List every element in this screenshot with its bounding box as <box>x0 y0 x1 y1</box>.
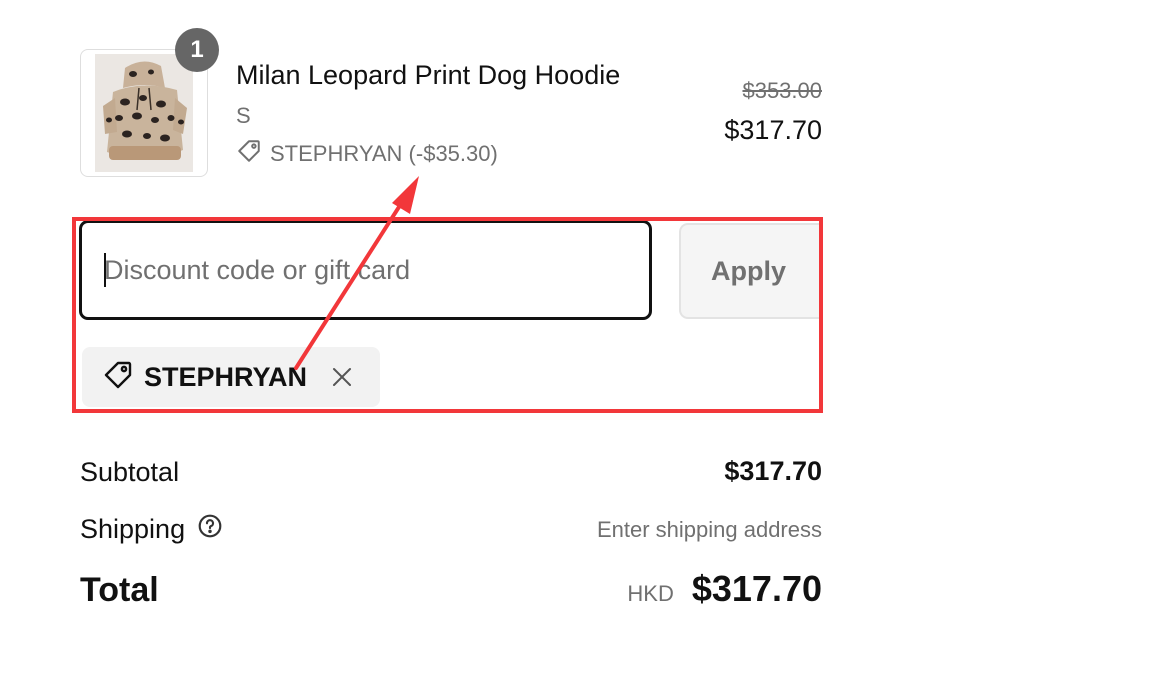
annotation-highlight-box <box>72 217 823 413</box>
shipping-row-label: Shipping <box>80 513 223 546</box>
shipping-value: Enter shipping address <box>596 517 822 542</box>
subtotal-value: $317.70 <box>724 456 822 486</box>
compare-at-price: $353.00 <box>742 78 822 103</box>
item-price: $317.70 <box>724 115 822 145</box>
leopard-hoodie-image <box>95 54 193 172</box>
total-amount: HKD $317.70 <box>627 568 822 610</box>
quantity-badge: 1 <box>175 28 219 72</box>
line-item-discount: STEPHRYAN (-$35.30) <box>236 138 498 170</box>
currency-code: HKD <box>627 581 674 606</box>
product-name: Milan Leopard Print Dog Hoodie <box>236 60 621 90</box>
subtotal-label: Subtotal <box>80 457 180 487</box>
total-value: $317.70 <box>691 568 822 609</box>
help-icon[interactable] <box>197 513 223 546</box>
tag-icon <box>236 138 262 170</box>
total-label: Total <box>80 571 159 609</box>
line-item-discount-label: STEPHRYAN (-$35.30) <box>270 141 498 166</box>
product-variant: S <box>236 103 251 128</box>
shipping-label: Shipping <box>80 514 186 544</box>
